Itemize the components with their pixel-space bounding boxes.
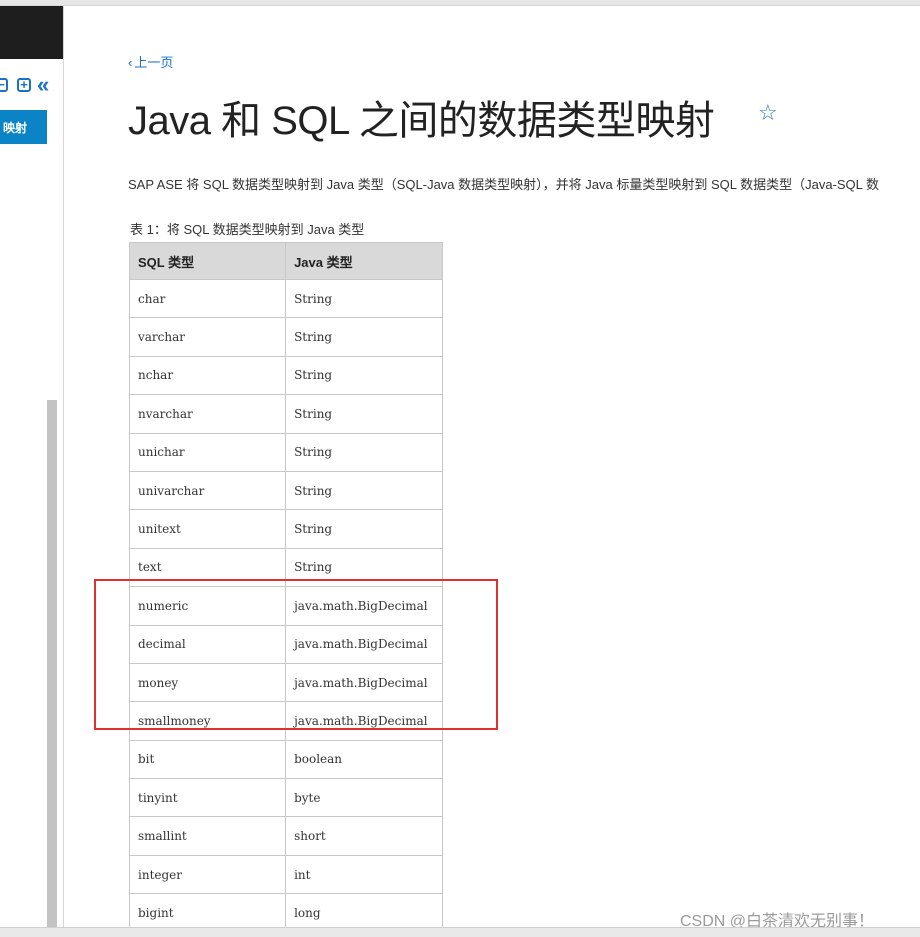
table-caption: 表 1：将 SQL 数据类型映射到 Java 类型 [130, 222, 365, 237]
horizontal-scrollbar[interactable] [0, 927, 920, 937]
star-outline-icon[interactable]: ☆ [758, 100, 778, 126]
table-header-row: SQL 类型 Java 类型 [128, 242, 443, 280]
java-type-cell: boolean [285, 739, 443, 780]
column-header-sql-type: SQL 类型 [128, 242, 287, 280]
sql-type-cell: bit [128, 739, 287, 780]
table-row: unichar String [128, 432, 443, 472]
sql-type-cell: money [128, 662, 287, 703]
sql-type-cell: smallint [128, 816, 287, 856]
sql-type-cell: bigint [128, 893, 287, 927]
column-header-java-type: Java 类型 [285, 242, 443, 280]
sql-type-cell: tinyint [128, 778, 287, 818]
java-type-cell: byte [285, 778, 443, 818]
java-type-cell: String [285, 509, 443, 549]
java-type-cell: String [285, 394, 443, 434]
table-row: numeric java.math.BigDecimal [128, 586, 443, 626]
chevron-left-icon: ‹ [128, 55, 133, 70]
sql-type-cell: numeric [128, 586, 287, 626]
java-type-cell: String [285, 470, 443, 511]
table-row: bigint long [128, 893, 443, 927]
table-row: varchar String [128, 317, 443, 357]
table-row: unitext String [128, 509, 443, 549]
table-row: text String [128, 547, 443, 588]
java-type-cell: String [285, 317, 443, 357]
sql-type-cell: unitext [128, 509, 287, 549]
table-row: smallint short [128, 816, 443, 856]
table-row: integer int [128, 854, 443, 895]
plus-box-icon[interactable]: + [17, 78, 31, 92]
sql-type-cell: decimal [128, 624, 287, 664]
java-type-cell: short [285, 816, 443, 856]
table-row: nvarchar String [128, 394, 443, 434]
sidebar-item-label: 映射 [2, 120, 27, 135]
sql-type-cell: integer [128, 854, 287, 895]
double-chevron-left-icon[interactable]: « [37, 72, 50, 98]
sidebar-item-active[interactable]: 映射 [0, 110, 47, 144]
table-row: decimal java.math.BigDecimal [128, 624, 443, 664]
java-type-cell: int [285, 854, 443, 895]
table-row: bit boolean [128, 739, 443, 780]
sidebar: − + « 映射 [0, 6, 64, 927]
previous-page-link[interactable]: ‹ 上一页 [128, 52, 173, 71]
java-type-cell: long [285, 893, 443, 927]
sql-type-cell: smallmoney [128, 701, 287, 741]
sql-type-cell: text [128, 547, 287, 588]
sidebar-header [0, 6, 63, 59]
sql-type-cell: univarchar [128, 470, 287, 511]
table-row: tinyint byte [128, 778, 443, 818]
sidebar-controls: − + « [0, 72, 63, 100]
table-row: smallmoney java.math.BigDecimal [128, 701, 443, 741]
java-type-cell: String [285, 355, 443, 396]
type-mapping-table: SQL 类型 Java 类型 char String varchar String … [128, 242, 443, 927]
previous-page-label: 上一页 [134, 55, 174, 70]
sql-type-cell: nvarchar [128, 394, 287, 434]
sql-type-cell: unichar [128, 432, 287, 472]
java-type-cell: String [285, 547, 443, 588]
java-type-cell: java.math.BigDecimal [285, 662, 443, 703]
minus-box-icon[interactable]: − [0, 78, 8, 92]
table-row: money java.math.BigDecimal [128, 662, 443, 703]
java-type-cell: java.math.BigDecimal [285, 701, 443, 741]
sql-type-cell: char [128, 278, 287, 319]
table-row: nchar String [128, 355, 443, 396]
java-type-cell: String [285, 432, 443, 472]
java-type-cell: java.math.BigDecimal [285, 624, 443, 664]
sidebar-scrollbar[interactable] [47, 400, 57, 927]
table-row: univarchar String [128, 470, 443, 511]
sql-type-cell: varchar [128, 317, 287, 357]
page-title: Java 和 SQL 之间的数据类型映射 [128, 99, 715, 143]
intro-paragraph: SAP ASE 将 SQL 数据类型映射到 Java 类型（SQL-Java 数… [128, 177, 880, 192]
table-row: char String [128, 278, 443, 319]
sql-type-cell: nchar [128, 355, 287, 396]
main-content: ‹ 上一页 Java 和 SQL 之间的数据类型映射 ☆ SAP ASE 将 SQ… [65, 6, 920, 927]
java-type-cell: java.math.BigDecimal [285, 586, 443, 626]
java-type-cell: String [285, 278, 443, 319]
